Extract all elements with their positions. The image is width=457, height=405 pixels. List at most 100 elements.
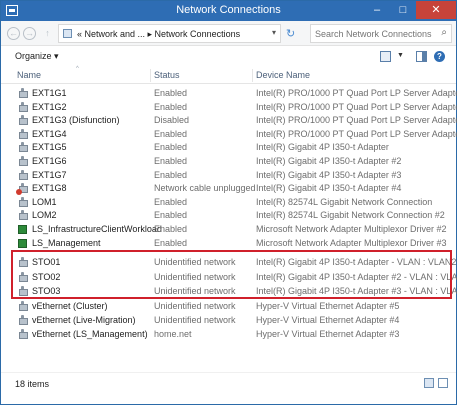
list-item[interactable]: EXT1G5 Enabled Intel(R) Gigabit 4P I350-… — [1, 141, 446, 155]
view-options-dropdown[interactable]: ▼ — [397, 52, 408, 63]
team-adapter-icon — [18, 238, 27, 249]
list-item[interactable]: vEthernet (LS_Management) home.net Hyper… — [1, 328, 446, 342]
connection-status: Unidentified network — [154, 315, 236, 325]
connection-status: Enabled — [154, 237, 188, 248]
network-adapter-icon — [18, 196, 28, 208]
up-button[interactable]: ↑ — [41, 28, 54, 41]
breadcrumb[interactable]: « Network and ... ▸ Network Connections … — [58, 24, 281, 43]
preview-pane-icon[interactable] — [416, 51, 427, 62]
refresh-icon[interactable]: ↻ — [286, 27, 295, 40]
connection-name: vEthernet (LS_Management) — [32, 329, 148, 339]
network-adapter-icon — [18, 156, 28, 167]
column-header-name[interactable]: Name — [17, 70, 41, 80]
network-adapter-icon — [18, 329, 28, 340]
chevron-down-icon[interactable]: ▾ — [272, 28, 276, 37]
organize-menu-button[interactable]: Organize ▾ — [15, 51, 59, 62]
list-item[interactable]: vEthernet (Live-Migration) Unidentified … — [1, 314, 446, 328]
list-item[interactable]: EXT1G6 Enabled Intel(R) Gigabit 4P I350-… — [1, 155, 446, 169]
connection-status: home.net — [154, 329, 192, 339]
list-item[interactable]: LOM1 Enabled Intel(R) 82574L Gigabit Net… — [1, 196, 446, 210]
connection-status: Enabled — [154, 101, 188, 112]
column-header-status[interactable]: Status — [154, 70, 180, 80]
connection-status: Network cable unplugged — [154, 183, 256, 194]
network-connections-window: Network Connections – □ ✕ ← → ↑ « Networ… — [0, 0, 457, 405]
command-bar: Organize ▾ ▼ ? — [1, 47, 456, 67]
column-header-device-name[interactable]: Device Name — [256, 70, 310, 80]
team-adapter-icon — [18, 224, 27, 235]
details-view-icon[interactable] — [424, 378, 434, 388]
connection-status: Enabled — [154, 169, 188, 180]
column-headers: ^ Name Status Device Name — [1, 66, 456, 84]
list-item[interactable]: LS_Management Enabled Microsoft Network … — [1, 237, 447, 251]
help-icon[interactable]: ? — [434, 51, 445, 62]
control-panel-icon — [63, 29, 72, 38]
list-item[interactable]: vEthernet (Cluster) Unidentified network… — [1, 300, 446, 314]
device-name: Hyper-V Virtual Ethernet Adapter #5 — [256, 301, 400, 311]
search-input[interactable] — [315, 28, 433, 40]
maximize-button[interactable]: □ — [390, 1, 416, 19]
search-box[interactable]: ⌕ — [310, 24, 452, 43]
title-bar[interactable]: Network Connections – □ ✕ — [1, 1, 456, 21]
network-adapter-icon — [18, 315, 28, 326]
highlight-box — [11, 250, 452, 299]
network-adapter-icon — [18, 101, 28, 113]
device-name: Intel(R) PRO/1000 PT Quad Port LP Server… — [256, 88, 457, 98]
connection-name: EXT1G7 — [32, 169, 67, 180]
network-adapter-icon — [18, 88, 28, 99]
connection-name: EXT1G4 — [32, 128, 67, 139]
large-icons-view-icon[interactable] — [438, 378, 448, 388]
device-name: Hyper-V Virtual Ethernet Adapter #3 — [256, 329, 400, 339]
list-item[interactable]: LOM2 Enabled Intel(R) 82574L Gigabit Net… — [1, 209, 446, 223]
connection-status: Enabled — [154, 88, 188, 98]
list-item[interactable]: EXT1G4 Enabled Intel(R) PRO/1000 PT Quad… — [1, 128, 457, 142]
connection-name: EXT1G5 — [32, 142, 67, 153]
column-divider[interactable] — [252, 69, 253, 82]
network-adapter-icon — [18, 301, 28, 312]
connection-name: EXT1G6 — [32, 156, 67, 166]
device-name: Hyper-V Virtual Ethernet Adapter #4 — [256, 315, 400, 325]
connection-name: LS_Management — [32, 237, 101, 248]
network-adapter-icon — [18, 210, 28, 221]
connection-name: EXT1G1 — [32, 88, 67, 98]
item-count: 18 items — [15, 379, 50, 389]
connection-status: Enabled — [154, 128, 188, 139]
connection-name: LS_InfrastructureClientWorkload — [32, 224, 162, 234]
minimize-button[interactable]: – — [364, 1, 390, 19]
forward-button[interactable]: → — [23, 27, 36, 40]
connection-name: EXT1G8 — [32, 183, 67, 194]
connection-name: vEthernet (Live-Migration) — [32, 315, 136, 325]
search-icon[interactable]: ⌕ — [441, 27, 447, 38]
device-name: Intel(R) Gigabit 4P I350-t Adapter — [256, 142, 389, 153]
connection-status: Enabled — [154, 196, 188, 207]
connection-name: EXT1G3 (Disfunction) — [32, 115, 120, 126]
status-bar: 18 items — [1, 372, 456, 404]
connection-status: Enabled — [154, 142, 188, 153]
network-adapter-unplugged-icon — [16, 183, 28, 196]
network-adapter-icon — [18, 115, 28, 126]
list-item[interactable]: EXT1G7 Enabled Intel(R) Gigabit 4P I350-… — [1, 169, 446, 183]
device-name: Intel(R) Gigabit 4P I350-t Adapter #3 — [256, 169, 402, 180]
connection-name: LOM2 — [32, 210, 57, 221]
connection-status: Enabled — [154, 156, 188, 166]
change-view-icon[interactable] — [380, 51, 391, 62]
connection-status: Enabled — [154, 224, 188, 234]
connections-list: EXT1G1 Enabled Intel(R) PRO/1000 PT Quad… — [1, 85, 457, 367]
column-divider[interactable] — [150, 69, 151, 82]
list-item[interactable]: LS_InfrastructureClientWorkload Enabled … — [1, 223, 447, 237]
connection-status: Disabled — [154, 115, 190, 126]
network-adapter-icon — [18, 142, 28, 153]
device-name: Intel(R) 82574L Gigabit Network Connecti… — [256, 196, 433, 207]
close-button[interactable]: ✕ — [416, 1, 456, 19]
device-name: Intel(R) PRO/1000 PT Quad Port LP Server… — [256, 128, 457, 139]
list-item[interactable]: EXT1G8 Network cable unplugged Intel(R) … — [1, 182, 446, 196]
breadcrumb-path[interactable]: « Network and ... ▸ Network Connections — [77, 29, 240, 40]
connection-name: LOM1 — [32, 196, 57, 207]
list-item[interactable]: EXT1G3 (Disfunction) Disabled Intel(R) P… — [1, 114, 457, 128]
connection-name: vEthernet (Cluster) — [32, 301, 108, 311]
list-item[interactable]: EXT1G2 Enabled Intel(R) PRO/1000 PT Quad… — [1, 101, 457, 115]
list-item[interactable]: EXT1G1 Enabled Intel(R) PRO/1000 PT Quad… — [1, 87, 457, 101]
connection-name: EXT1G2 — [32, 101, 67, 112]
back-button[interactable]: ← — [7, 27, 20, 40]
device-name: Microsoft Network Adapter Multiplexor Dr… — [256, 224, 447, 234]
device-name: Microsoft Network Adapter Multiplexor Dr… — [256, 237, 447, 248]
